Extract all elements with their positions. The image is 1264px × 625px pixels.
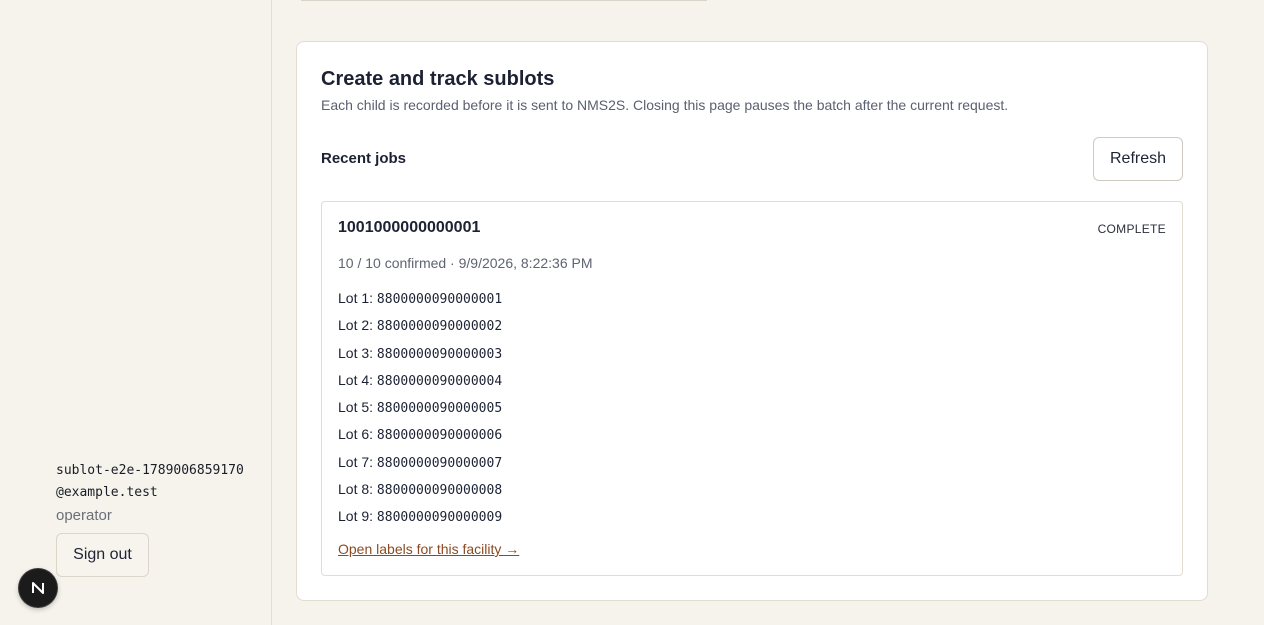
sublots-card: Create and track sublots Each child is r… — [296, 41, 1208, 601]
list-item: Lot 1: 8800000090000001 — [338, 288, 502, 315]
lot-list: Lot 1: 8800000090000001 Lot 2: 880000009… — [338, 288, 502, 534]
page-title: Create and track sublots — [321, 68, 555, 90]
lot-code: 8800000090000001 — [376, 292, 503, 307]
lot-code: 8800000090000006 — [376, 428, 503, 444]
lot-label: Lot 9: — [338, 508, 374, 525]
next-dev-tools-button[interactable] — [19, 569, 57, 607]
top-divider — [301, 0, 707, 1]
lot-code: 8800000090000005 — [376, 401, 503, 417]
status-badge: COMPLETE — [1097, 222, 1166, 236]
lot-code: 8800000090000008 — [376, 483, 503, 499]
n-logo-icon — [32, 582, 44, 594]
lot-code: 8800000090000009 — [376, 510, 503, 526]
list-item: Lot 2: 8800000090000002 — [338, 315, 502, 342]
lot-label: Lot 2: — [338, 317, 374, 334]
lot-label: Lot 8: — [338, 481, 374, 498]
lot-label: Lot 4: — [338, 371, 374, 388]
list-item: Lot 4: 8800000090000004 — [338, 370, 502, 397]
job-meta: 10 / 10 confirmed · 9/9/2026, 8:22:36 PM — [338, 255, 593, 271]
lot-code: 8800000090000002 — [376, 319, 503, 335]
list-item: Lot 8: 8800000090000008 — [338, 479, 502, 506]
lot-label: Lot 3: — [338, 344, 374, 361]
lot-label: Lot 7: — [338, 453, 374, 470]
page-subtitle: Each child is recorded before it is sent… — [321, 97, 1009, 113]
recent-jobs-heading: Recent jobs — [321, 150, 407, 167]
user-role: operator — [56, 507, 112, 524]
list-item: Lot 6: 8800000090000006 — [338, 424, 502, 451]
lot-code: 8800000090000003 — [376, 346, 503, 362]
job-id: 1001000000000001 — [338, 219, 481, 236]
user-email: sublot-e2e-1789006859170@example.test — [56, 463, 244, 500]
list-item: Lot 7: 8800000090000007 — [338, 452, 502, 479]
lot-label: Lot 6: — [338, 426, 374, 443]
lot-code: 8800000090000007 — [376, 455, 503, 471]
lot-code: 8800000090000004 — [376, 373, 503, 389]
sign-out-button[interactable]: Sign out — [56, 533, 149, 577]
list-item: Lot 3: 8800000090000003 — [338, 343, 502, 370]
list-item: Lot 9: 8800000090000009 — [338, 506, 502, 533]
open-labels-link[interactable]: Open labels for this facility → — [338, 541, 519, 557]
lot-label: Lot 1: — [338, 290, 374, 306]
refresh-button[interactable]: Refresh — [1093, 137, 1183, 181]
sidebar: sublot-e2e-1789006859170@example.test op… — [0, 0, 272, 625]
lot-label: Lot 5: — [338, 399, 374, 416]
job-card: 1001000000000001 COMPLETE 10 / 10 confir… — [321, 201, 1183, 576]
list-item: Lot 5: 8800000090000005 — [338, 397, 502, 424]
